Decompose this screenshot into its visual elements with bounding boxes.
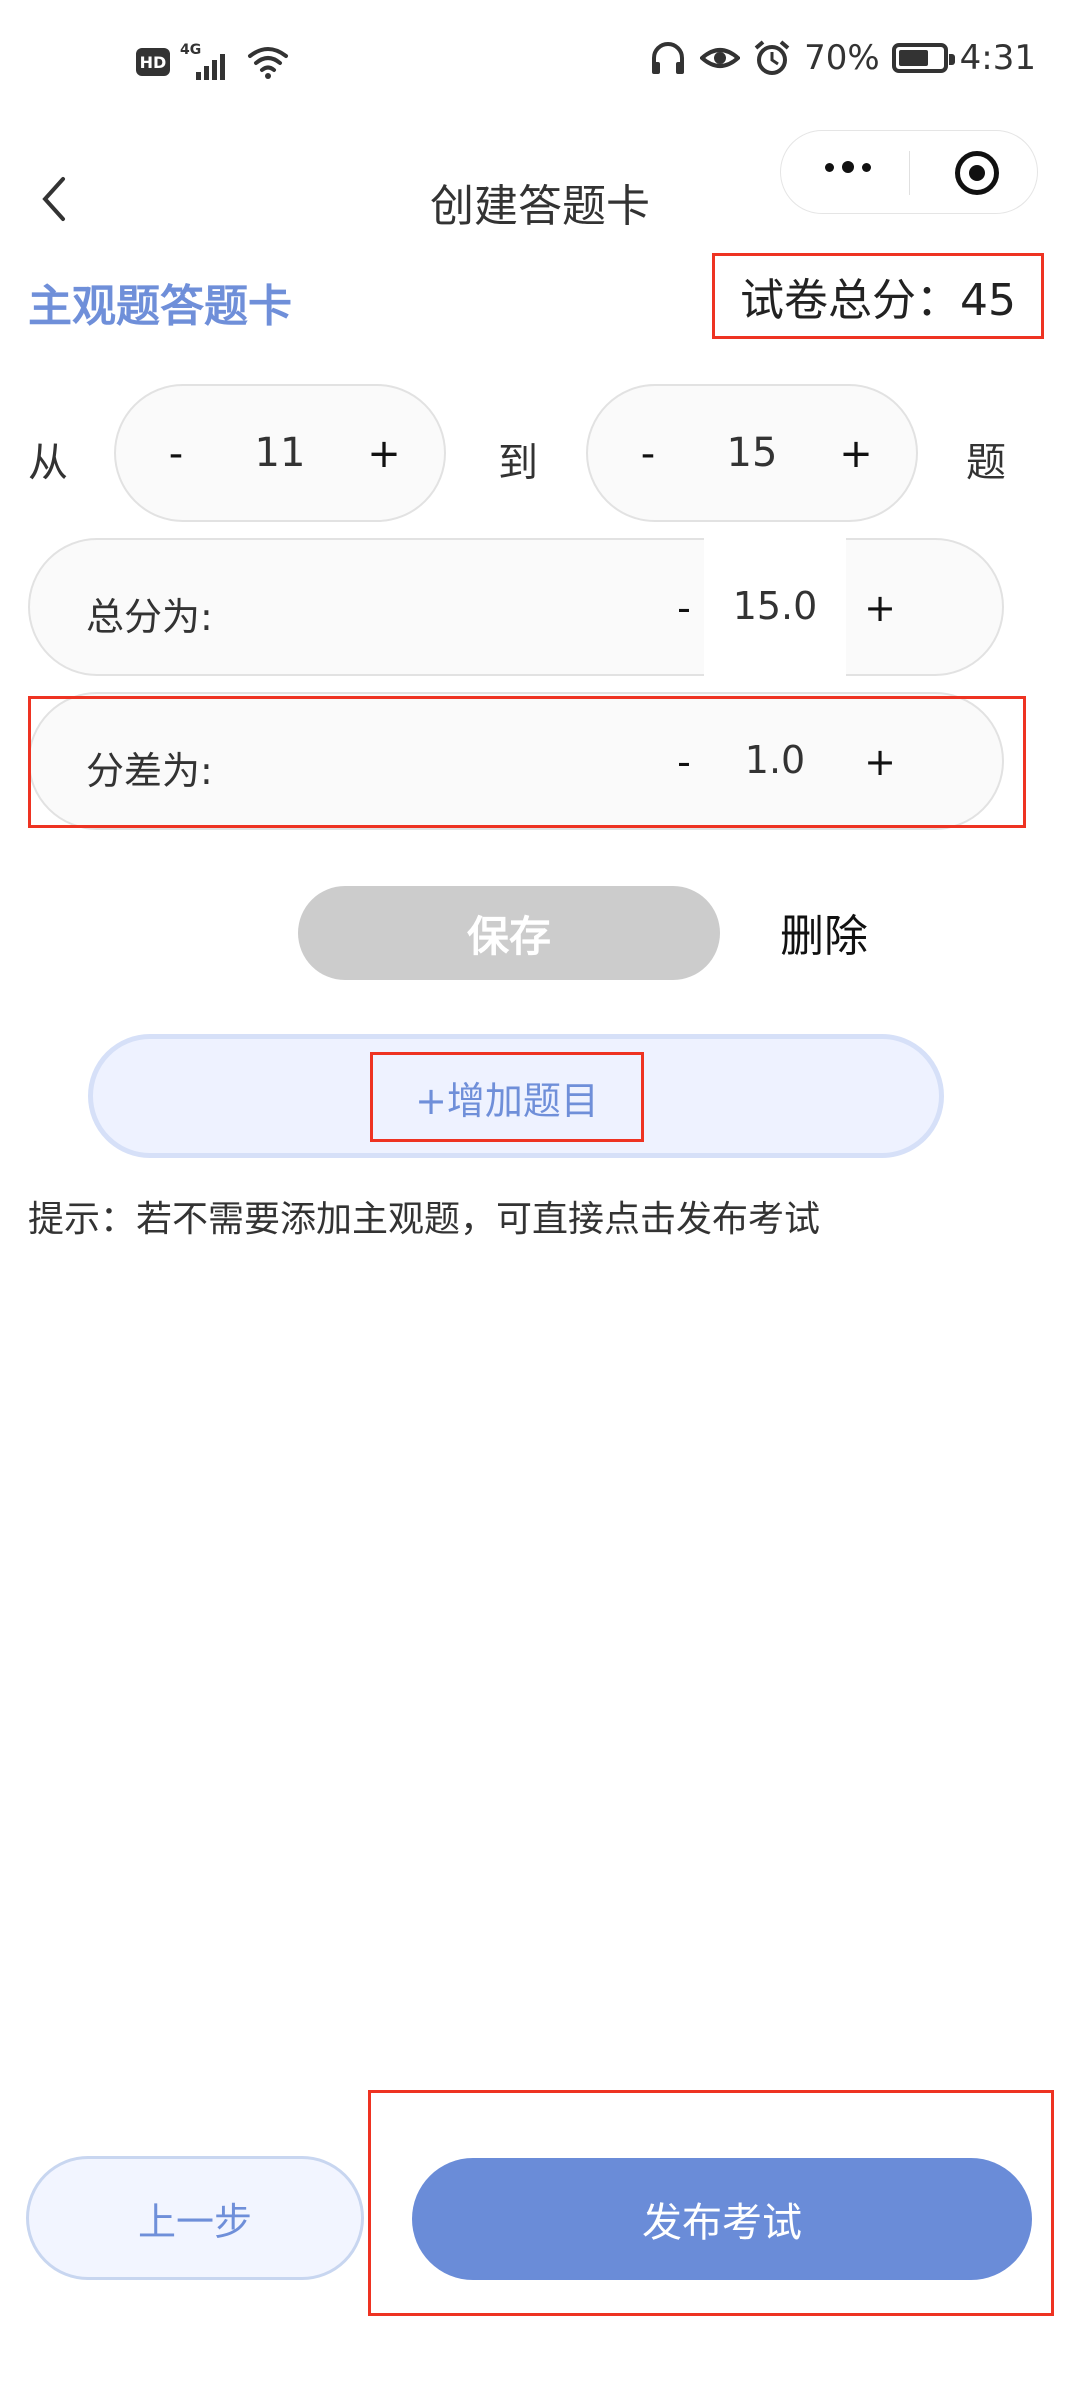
- signal-icon: 4G: [180, 42, 236, 80]
- save-button[interactable]: 保存: [298, 886, 720, 980]
- total-score-label: 总分为:: [86, 595, 213, 639]
- from-stepper: - 11 +: [114, 384, 446, 522]
- more-dots-icon[interactable]: [825, 161, 871, 173]
- battery-fill: [898, 50, 929, 66]
- clock: 4:31: [959, 38, 1036, 78]
- from-label: 从: [28, 440, 68, 486]
- previous-step-button[interactable]: 上一步: [26, 2156, 364, 2280]
- to-label: 到: [498, 440, 538, 486]
- alarm-icon: [754, 40, 790, 75]
- from-increment-button[interactable]: +: [354, 424, 414, 484]
- add-question-button[interactable]: +增加题目: [370, 1052, 644, 1142]
- status-right: 70% 4:31: [648, 38, 1036, 78]
- unit-label: 题: [966, 440, 1006, 486]
- highlight-box: [28, 696, 1026, 828]
- delete-button[interactable]: 删除: [780, 900, 868, 964]
- publish-exam-button[interactable]: 发布考试: [412, 2158, 1032, 2280]
- to-stepper: - 15 +: [586, 384, 918, 522]
- to-increment-button[interactable]: +: [826, 424, 886, 484]
- miniprogram-capsule: [780, 130, 1038, 214]
- tip-text: 提示：若不需要添加主观题，可直接点击发布考试: [28, 1199, 821, 1240]
- battery-percent: 70%: [804, 38, 880, 78]
- total-score-row: 总分为: - 15.0 +: [28, 538, 1004, 676]
- hd-badge: HD: [136, 48, 170, 76]
- eye-icon: [700, 48, 741, 68]
- question-range-row: 从 - 11 + 到 - 15 + 题: [0, 384, 1080, 524]
- total-increment-button[interactable]: +: [850, 578, 910, 638]
- total-score: 试卷总分：45: [712, 253, 1044, 339]
- wifi-icon: [248, 47, 288, 79]
- target-icon[interactable]: [955, 151, 999, 195]
- battery-icon: [891, 43, 955, 73]
- status-bar: HD 4G 70% 4:31: [0, 0, 1080, 130]
- headphones-icon: [652, 42, 685, 74]
- status-left: HD 4G: [136, 42, 290, 80]
- section-title: 主观题答题卡: [28, 281, 292, 332]
- total-score-value[interactable]: 15.0: [704, 584, 846, 628]
- nav-bar: 创建答题卡: [0, 130, 1080, 270]
